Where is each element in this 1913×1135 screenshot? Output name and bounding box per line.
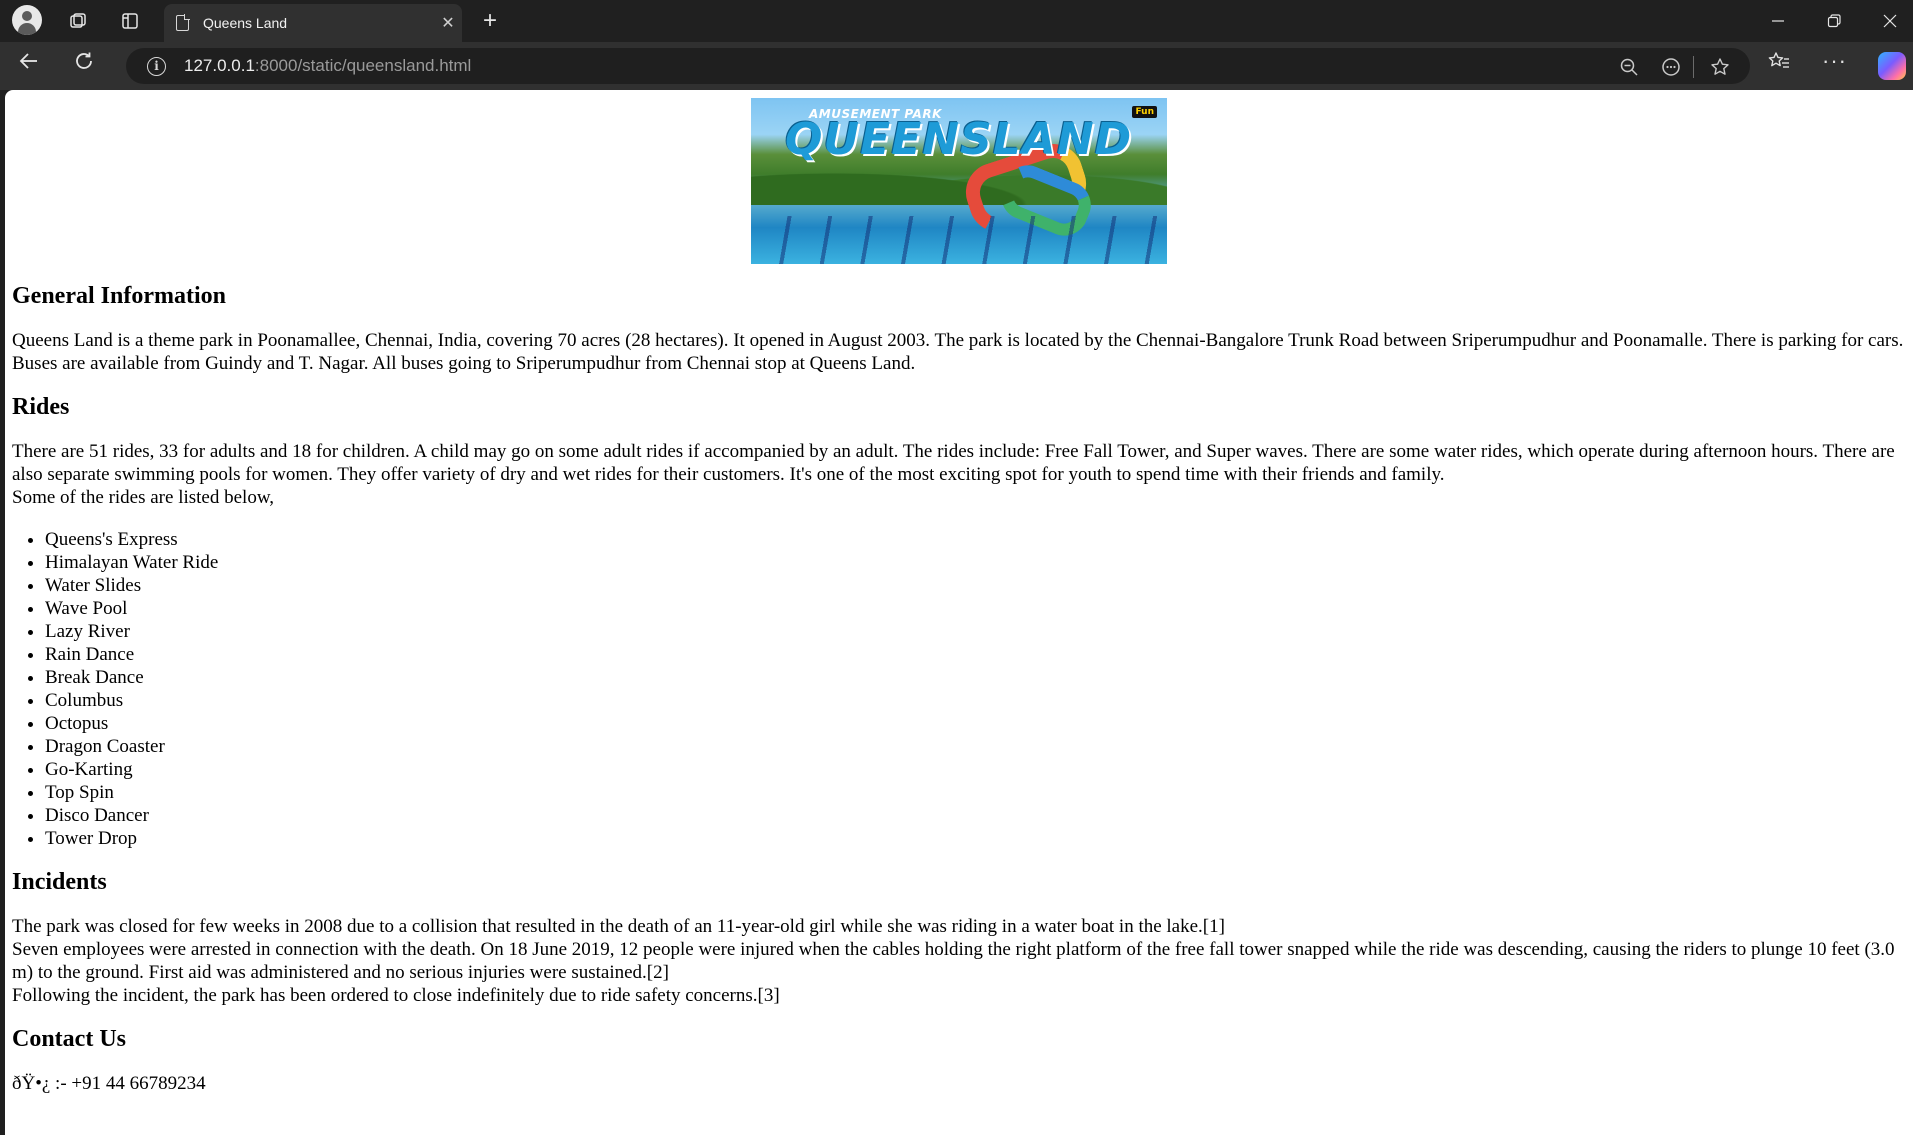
incident-line-2: Seven employees were arrested in connect… xyxy=(12,939,1895,983)
contact-phone: ðŸ•¿ :- +91 44 66789234 xyxy=(12,1073,206,1094)
close-icon[interactable]: ✕ xyxy=(434,13,462,33)
list-item: Columbus xyxy=(45,689,1906,712)
star-icon[interactable] xyxy=(1704,51,1736,83)
list-item: Wave Pool xyxy=(45,597,1906,620)
profile-button[interactable] xyxy=(12,5,42,35)
back-arrow-icon[interactable] xyxy=(18,50,40,78)
minimize-icon[interactable] xyxy=(1762,5,1794,37)
copilot-icon[interactable] xyxy=(1878,52,1906,80)
list-item: Break Dance xyxy=(45,666,1906,689)
address-bar[interactable]: i 127.0.0.1:8000/static/queensland.html xyxy=(126,48,1750,84)
banner-badge: Fun xyxy=(1132,106,1157,118)
more-circle-icon[interactable] xyxy=(1655,51,1687,83)
workspaces-icon[interactable] xyxy=(62,5,94,37)
list-item: Lazy River xyxy=(45,620,1906,643)
list-item: Disco Dancer xyxy=(45,804,1906,827)
plus-icon[interactable]: + xyxy=(474,5,506,37)
banner-title: QUEENSLAND xyxy=(785,114,1133,165)
incident-line-1: The park was closed for few weeks in 200… xyxy=(12,916,1225,937)
list-item: Himalayan Water Ride xyxy=(45,551,1906,574)
zoom-out-icon[interactable] xyxy=(1613,51,1645,83)
list-item: Rain Dance xyxy=(45,643,1906,666)
title-bar: Queens Land ✕ + xyxy=(0,0,1913,42)
list-item: Go-Karting xyxy=(45,758,1906,781)
tab-title: Queens Land xyxy=(203,15,288,31)
profile-icon xyxy=(12,5,42,35)
incidents-text: The park was closed for few weeks in 200… xyxy=(12,915,1906,1007)
queensland-banner-image: AMUSEMENT PARK QUEENSLAND Fun xyxy=(751,98,1167,264)
divider xyxy=(1693,56,1694,78)
general-information-heading: General Information xyxy=(12,283,226,309)
browser-toolbar: i 127.0.0.1:8000/static/queensland.html … xyxy=(0,42,1913,90)
url-host: 127.0.0.1 xyxy=(184,56,255,75)
contact-us-heading: Contact Us xyxy=(12,1026,126,1052)
rides-text: There are 51 rides, 33 for adults and 18… xyxy=(12,440,1906,509)
tab-actions-icon[interactable] xyxy=(114,5,146,37)
url-text[interactable]: 127.0.0.1:8000/static/queensland.html xyxy=(184,56,471,76)
info-icon[interactable]: i xyxy=(147,56,166,76)
restore-icon[interactable] xyxy=(1818,5,1850,37)
rides-heading: Rides xyxy=(12,394,70,420)
url-path: :8000/static/queensland.html xyxy=(254,56,472,75)
list-item: Dragon Coaster xyxy=(45,735,1906,758)
page-content: AMUSEMENT PARK QUEENSLAND Fun General In… xyxy=(5,90,1913,1095)
general-information-text: Queens Land is a theme park in Poonamall… xyxy=(12,330,1904,374)
banner-container: AMUSEMENT PARK QUEENSLAND Fun xyxy=(12,98,1906,264)
page-viewport: AMUSEMENT PARK QUEENSLAND Fun General In… xyxy=(5,90,1913,1135)
more-icon[interactable]: ··· xyxy=(1822,48,1847,74)
rides-list-intro: Some of the rides are listed below, xyxy=(12,487,275,508)
list-item: Water Slides xyxy=(45,574,1906,597)
rides-description: There are 51 rides, 33 for adults and 18… xyxy=(12,441,1895,485)
list-item: Top Spin xyxy=(45,781,1906,804)
tab-queens-land[interactable]: Queens Land ✕ xyxy=(164,4,462,42)
rides-list: Queens's Express Himalayan Water Ride Wa… xyxy=(12,528,1906,850)
reload-icon[interactable] xyxy=(73,50,95,78)
list-item: Tower Drop xyxy=(45,827,1906,850)
incidents-heading: Incidents xyxy=(12,869,107,895)
page-icon xyxy=(176,14,190,31)
list-item: Queens's Express xyxy=(45,528,1906,551)
incident-line-3: Following the incident, the park has bee… xyxy=(12,985,780,1006)
address-bar-actions xyxy=(1603,51,1736,83)
list-item: Octopus xyxy=(45,712,1906,735)
window-close-icon[interactable] xyxy=(1874,5,1906,37)
favorites-icon[interactable] xyxy=(1768,50,1790,78)
